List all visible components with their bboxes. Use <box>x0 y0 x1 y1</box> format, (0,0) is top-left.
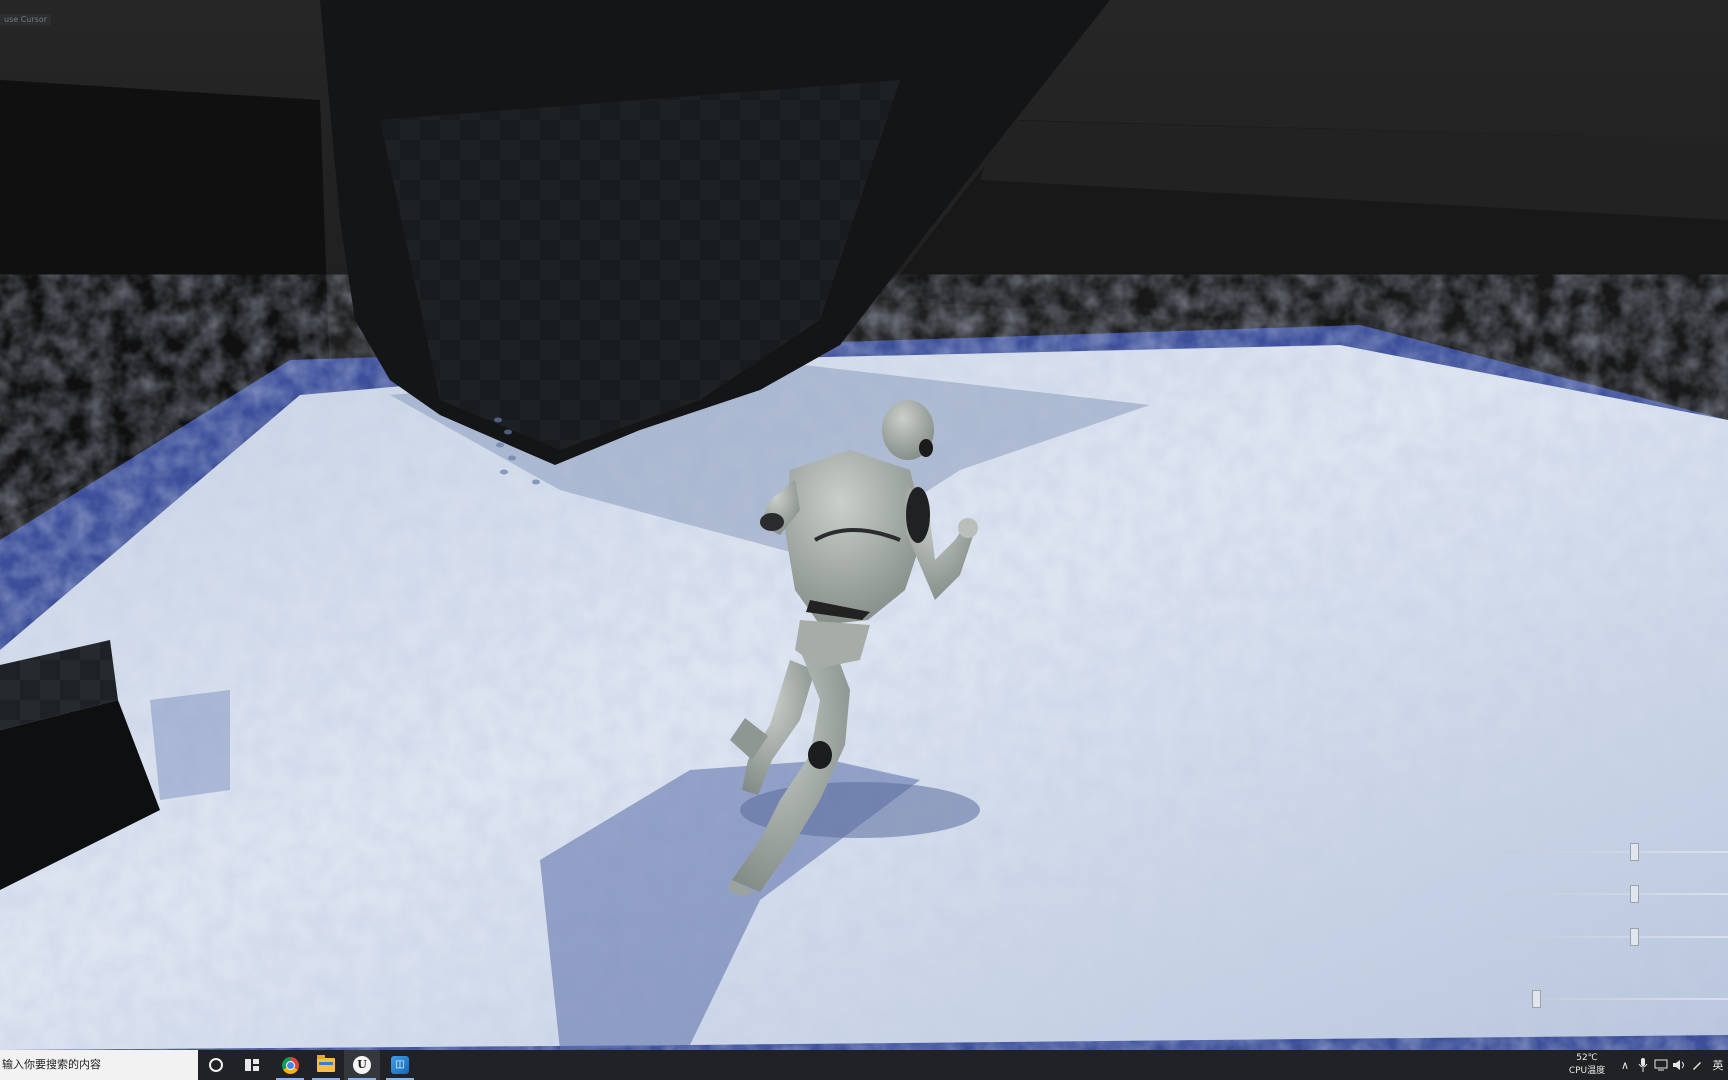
network-button[interactable] <box>1652 1050 1670 1080</box>
windows-taskbar: 输入你要搜索的内容 U ◫ 52℃ CPU温度 ∧ 英 <box>0 1050 1728 1080</box>
tray-overflow-button[interactable]: ∧ <box>1616 1050 1634 1080</box>
taskbar-search-input[interactable]: 输入你要搜索的内容 <box>0 1050 198 1080</box>
slider-1-thumb[interactable] <box>1630 843 1639 861</box>
cortana-icon <box>209 1058 223 1072</box>
cpu-temp-label: CPU温度 <box>1568 1066 1606 1076</box>
input-method-button[interactable]: 英 <box>1708 1050 1728 1080</box>
volume-button[interactable] <box>1670 1050 1688 1080</box>
chrome-taskbar-button[interactable] <box>272 1050 308 1080</box>
unreal-engine-icon: U <box>353 1056 371 1074</box>
task-view-button[interactable] <box>234 1050 270 1080</box>
file-explorer-icon <box>317 1055 335 1072</box>
app-taskbar-button[interactable]: ◫ <box>382 1050 418 1080</box>
volume-icon <box>1673 1060 1684 1070</box>
slider-4[interactable] <box>1505 990 1728 1008</box>
network-icon <box>1654 1059 1668 1071</box>
slider-4-thumb[interactable] <box>1532 990 1541 1008</box>
slider-2-thumb[interactable] <box>1630 885 1639 903</box>
chrome-icon <box>281 1056 299 1074</box>
left-block-shadow <box>150 690 230 800</box>
chevron-up-icon: ∧ <box>1620 1058 1630 1072</box>
cpu-temp-value: 52℃ <box>1576 1053 1598 1063</box>
cortana-button[interactable] <box>198 1050 234 1080</box>
slider-1-track[interactable] <box>1505 851 1728 853</box>
pen-button[interactable] <box>1688 1050 1706 1080</box>
task-view-icon <box>245 1059 259 1071</box>
slider-1[interactable] <box>1505 843 1728 861</box>
microphone-button[interactable] <box>1634 1050 1652 1080</box>
app-icon: ◫ <box>391 1056 409 1074</box>
slider-2[interactable] <box>1505 885 1728 903</box>
file-explorer-taskbar-button[interactable] <box>308 1050 344 1080</box>
debug-cursor-label: use Cursor <box>0 14 51 25</box>
input-method-label: 英 <box>1712 1059 1724 1072</box>
slider-3-track[interactable] <box>1505 936 1728 938</box>
slider-3-thumb[interactable] <box>1630 928 1639 946</box>
slider-2-track[interactable] <box>1505 893 1728 895</box>
slider-3[interactable] <box>1505 928 1728 946</box>
game-scene[interactable] <box>0 0 1728 1050</box>
unreal-engine-taskbar-button[interactable]: U <box>344 1050 380 1080</box>
pen-icon <box>1693 1062 1701 1070</box>
game-viewport[interactable]: use Cursor <box>0 0 1728 1050</box>
microphone-icon <box>1638 1058 1648 1072</box>
cpu-temperature-widget[interactable]: 52℃ CPU温度 <box>1562 1052 1612 1078</box>
